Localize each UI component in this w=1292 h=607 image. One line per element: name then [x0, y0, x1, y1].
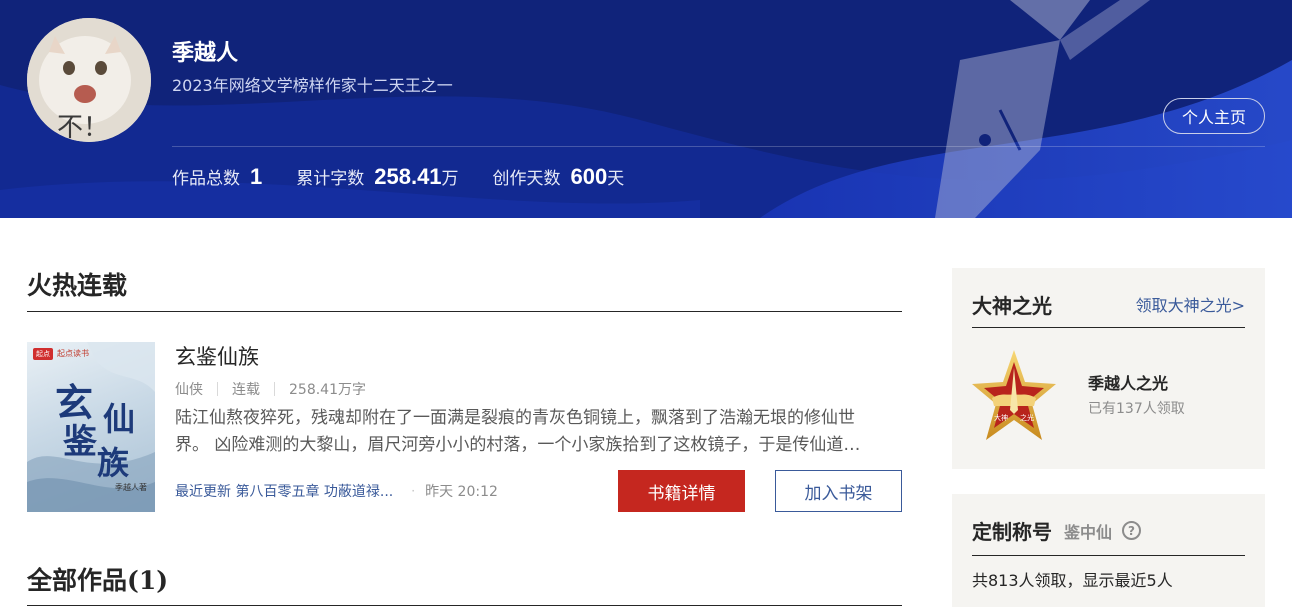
cover-title-char: 仙 [103, 400, 136, 438]
medal-name: 季越人之光 [1088, 374, 1169, 393]
cover-title-char: 族 [97, 444, 130, 482]
banner-divider [172, 146, 1265, 147]
section-divider [27, 605, 902, 606]
author-avatar[interactable]: 不！ [27, 18, 151, 142]
section-divider [27, 311, 902, 312]
book-meta: 仙侠 连载 258.41万字 [175, 379, 366, 399]
stat-label: 创作天数 [492, 169, 561, 189]
author-honor-title: 2023年网络文学榜样作家十二天王之一 [172, 76, 453, 95]
stat-value: 1 [250, 164, 263, 189]
stat-unit: 万 [441, 169, 459, 189]
stat-unit: 天 [607, 169, 625, 189]
publisher-badge: 起点 [33, 348, 53, 360]
panel-divider [972, 555, 1245, 556]
book-status: 连载 [232, 382, 260, 398]
glory-panel: 大神之光 领取大神之光> 大神 之光 季越人之光 已有137人领取 [952, 268, 1265, 469]
stat-value: 258.41 [374, 164, 442, 189]
stat-value: 600 [570, 164, 608, 189]
book-cover[interactable]: 起点 起点读书 玄 鉴 仙 族 季越人著 [27, 342, 155, 512]
glory-title: 大神之光 [972, 294, 1052, 318]
add-to-shelf-button[interactable]: 加入书架 [775, 470, 902, 512]
stat-label: 累计字数 [296, 169, 365, 189]
author-name: 季越人 [172, 41, 239, 66]
claim-glory-link[interactable]: 领取大神之光> [1136, 292, 1245, 316]
stat-total-works: 作品总数 1 [172, 164, 262, 190]
custom-title-header: 定制称号 鉴中仙 ? [972, 516, 1142, 545]
hot-serial-heading: 火热连载 [27, 271, 128, 300]
custom-title-panel: 定制称号 鉴中仙 ? 共813人领取，显示最近5人 [952, 494, 1265, 607]
stat-writing-days: 创作天数 600 天 [493, 164, 625, 190]
cat-avatar-image: 不！ [27, 18, 151, 142]
panel-divider [972, 327, 1245, 328]
book-description: 陆江仙熬夜猝死，残魂却附在了一面满是裂痕的青灰色铜镜上，飘落到了浩瀚无垠的修仙世… [175, 408, 861, 455]
book-detail-button[interactable]: 书籍详情 [618, 470, 745, 512]
publisher-name: 起点读书 [57, 349, 89, 358]
update-time: 昨天 20:12 [425, 484, 498, 500]
dot-separator: · [411, 484, 416, 498]
help-icon[interactable]: ? [1122, 521, 1142, 540]
meta-separator [217, 382, 218, 396]
book-word-count: 258.41万字 [289, 382, 366, 398]
personal-homepage-button[interactable]: 个人主页 [1163, 98, 1265, 134]
author-banner: 不！ 季越人 2023年网络文学榜样作家十二天王之一 个人主页 作品总数 1 累… [0, 0, 1292, 218]
author-stats: 作品总数 1 累计字数 258.41 万 创作天数 600 天 [172, 164, 658, 190]
book-genre[interactable]: 仙侠 [175, 379, 203, 399]
custom-title-claim-count: 共813人领取，显示最近5人 [972, 571, 1173, 590]
star-medal-icon: 大神 之光 [972, 350, 1056, 440]
custom-title-tag: 鉴中仙 [1064, 522, 1113, 542]
medal-text: 大神 [994, 413, 1008, 422]
cover-author: 季越人著 [115, 483, 147, 492]
stat-label: 作品总数 [172, 169, 240, 189]
meta-separator [274, 382, 275, 396]
all-works-heading: 全部作品(1) [27, 566, 169, 595]
cover-title-char: 鉴 [63, 422, 97, 462]
custom-title-heading: 定制称号 [972, 520, 1052, 544]
latest-chapter-link[interactable]: 最近更新 第八百零五章 功蔽道禄... [175, 481, 393, 501]
stat-total-words: 累计字数 258.41 万 [296, 164, 458, 190]
medal-claim-count: 已有137人领取 [1088, 401, 1185, 417]
book-title-link[interactable]: 玄鉴仙族 [175, 341, 259, 371]
medal-text: 之光 [1020, 413, 1034, 422]
latest-update-row: 最近更新 第八百零五章 功蔽道禄... · 昨天 20:12 [175, 481, 498, 501]
